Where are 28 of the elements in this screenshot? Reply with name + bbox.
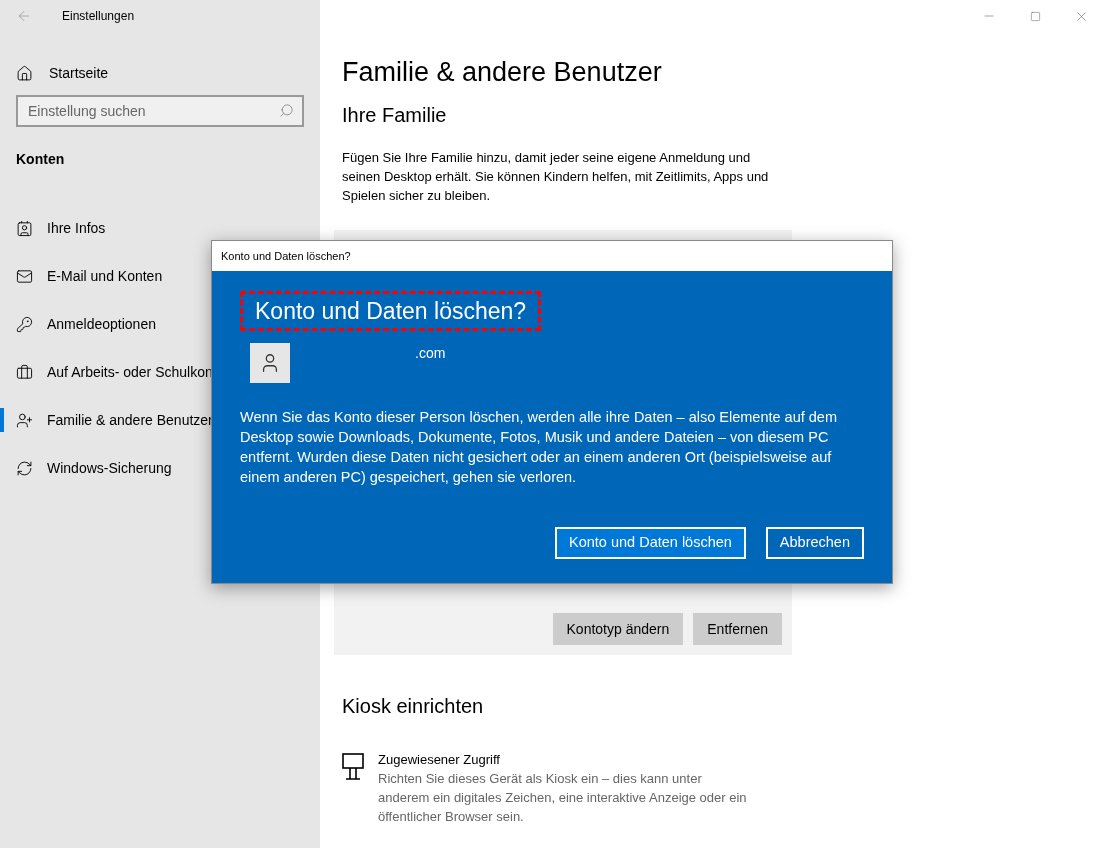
account-email: .com bbox=[415, 344, 446, 363]
person-add-icon bbox=[16, 411, 33, 429]
kiosk-icon bbox=[342, 753, 364, 781]
home-icon bbox=[16, 64, 33, 82]
contact-card-icon bbox=[16, 219, 33, 237]
sync-icon bbox=[16, 459, 33, 477]
section-heading: Konten bbox=[16, 150, 66, 169]
kiosk-title[interactable]: Zugewiesener Zugriff bbox=[378, 751, 756, 769]
nav-item[interactable]: Auf Arbeits- oder Schulkon bbox=[0, 348, 320, 396]
family-description: Fügen Sie Ihre Familie hinzu, damit jeder seine eigene Anmeldung und seinen Desktop erhält. Sie können Kindern helfen, mit Zeitlimits, Apps und Spielen sicher zu bleiben. bbox=[342, 149, 770, 205]
kiosk-description: Richten Sie dieses Gerät als Kiosk ein – dies kann unter anderem ein digitales Zeichen, eine interaktive Anzeige oder ein öffentlicher Browser sein. bbox=[378, 770, 748, 826]
home-nav-item[interactable]: Startseite bbox=[0, 49, 320, 97]
dialog-heading: Konto und Daten löschen? bbox=[240, 291, 542, 331]
cancel-button[interactable]: Abbrechen bbox=[765, 527, 864, 559]
card-button[interactable]: Entfernen bbox=[693, 613, 782, 645]
section-heading: Kiosk einrichten bbox=[342, 694, 485, 719]
card-button[interactable]: Kontotyp ändern bbox=[552, 613, 684, 645]
maximize-icon bbox=[1029, 10, 1041, 22]
section-heading: Ihre Familie bbox=[342, 103, 448, 128]
briefcase-icon bbox=[16, 363, 33, 381]
page-title: Familie & andere Benutzer bbox=[342, 56, 663, 89]
key-icon bbox=[16, 315, 33, 333]
envelope-icon bbox=[16, 267, 33, 285]
delete-button[interactable]: Konto und Daten löschen bbox=[555, 527, 746, 559]
search-field[interactable]: Einstellung suchen bbox=[16, 95, 304, 127]
search-icon bbox=[279, 103, 294, 118]
window-title: Einstellungen bbox=[62, 8, 135, 25]
back-arrow-icon bbox=[16, 8, 32, 24]
